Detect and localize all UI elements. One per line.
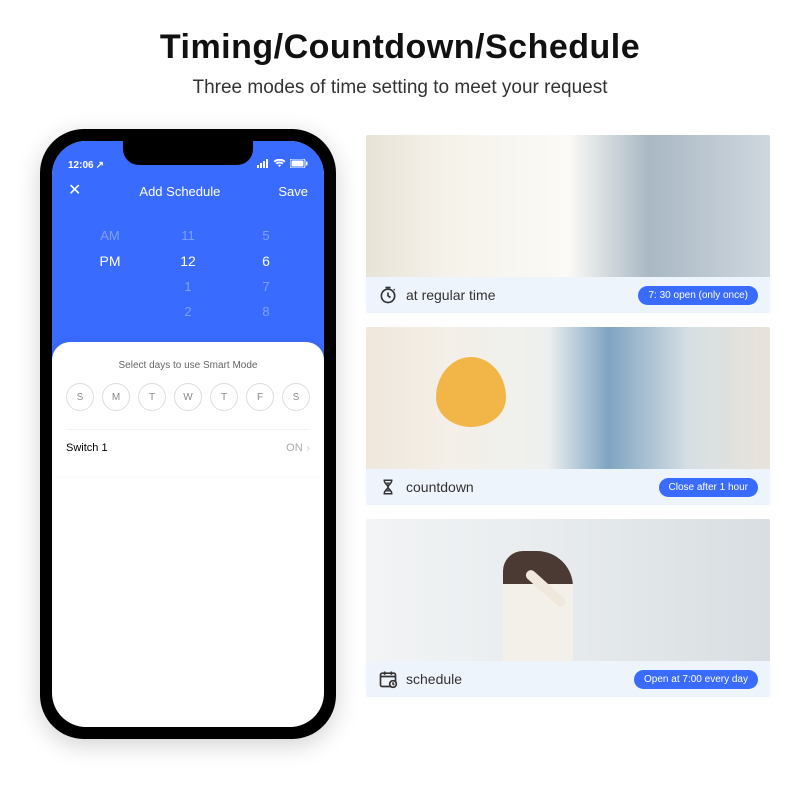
panel-pill: Close after 1 hour bbox=[659, 478, 759, 497]
phone-notch bbox=[123, 141, 253, 165]
wifi-icon bbox=[273, 159, 286, 171]
signal-icon bbox=[257, 159, 269, 171]
day-sat[interactable]: S bbox=[282, 383, 310, 411]
scene-image bbox=[366, 135, 770, 277]
day-sun[interactable]: S bbox=[66, 383, 94, 411]
panel-regular-time: at regular time 7: 30 open (only once) bbox=[366, 135, 770, 313]
picker-min-selected[interactable]: 6 bbox=[242, 248, 290, 274]
page-title: Timing/Countdown/Schedule bbox=[0, 28, 800, 67]
day-fri[interactable]: F bbox=[246, 383, 274, 411]
hourglass-icon bbox=[378, 477, 398, 497]
save-button[interactable]: Save bbox=[278, 184, 308, 199]
wall-art bbox=[436, 357, 506, 427]
picker-min-prev: 5 bbox=[242, 223, 290, 248]
person-figure bbox=[503, 551, 573, 661]
picker-ampm-prev: AM bbox=[86, 223, 134, 248]
day-thu[interactable]: T bbox=[210, 383, 238, 411]
days-label: Select days to use Smart Mode bbox=[66, 360, 310, 371]
switch-label: Switch 1 bbox=[66, 442, 108, 454]
battery-icon bbox=[290, 159, 308, 171]
phone-mockup: 12:06 ↗ ✕ Add Schedule bbox=[40, 129, 336, 739]
clock-icon bbox=[378, 285, 398, 305]
scene-image bbox=[366, 519, 770, 661]
panel-pill: 7: 30 open (only once) bbox=[638, 286, 758, 305]
status-time: 12:06 bbox=[68, 160, 94, 171]
screen-title: Add Schedule bbox=[139, 184, 220, 199]
day-wed[interactable]: W bbox=[174, 383, 202, 411]
picker-ampm-selected[interactable]: PM bbox=[86, 248, 134, 274]
day-tue[interactable]: T bbox=[138, 383, 166, 411]
switch-row[interactable]: Switch 1 ON › bbox=[66, 429, 310, 466]
switch-value: ON bbox=[286, 442, 303, 454]
picker-hour-prev: 11 bbox=[164, 223, 212, 248]
panel-label: countdown bbox=[406, 479, 474, 495]
day-mon[interactable]: M bbox=[102, 383, 130, 411]
panel-countdown: countdown Close after 1 hour bbox=[366, 327, 770, 505]
close-button[interactable]: ✕ bbox=[68, 183, 81, 199]
panel-schedule: schedule Open at 7:00 every day bbox=[366, 519, 770, 697]
location-icon: ↗ bbox=[96, 160, 104, 171]
scene-image bbox=[366, 327, 770, 469]
page-subtitle: Three modes of time setting to meet your… bbox=[0, 77, 800, 99]
calendar-icon bbox=[378, 669, 398, 689]
chevron-right-icon: › bbox=[307, 443, 310, 454]
panel-label: schedule bbox=[406, 671, 462, 687]
panel-pill: Open at 7:00 every day bbox=[634, 670, 758, 689]
picker-hour-selected[interactable]: 12 bbox=[164, 248, 212, 274]
panel-label: at regular time bbox=[406, 287, 495, 303]
